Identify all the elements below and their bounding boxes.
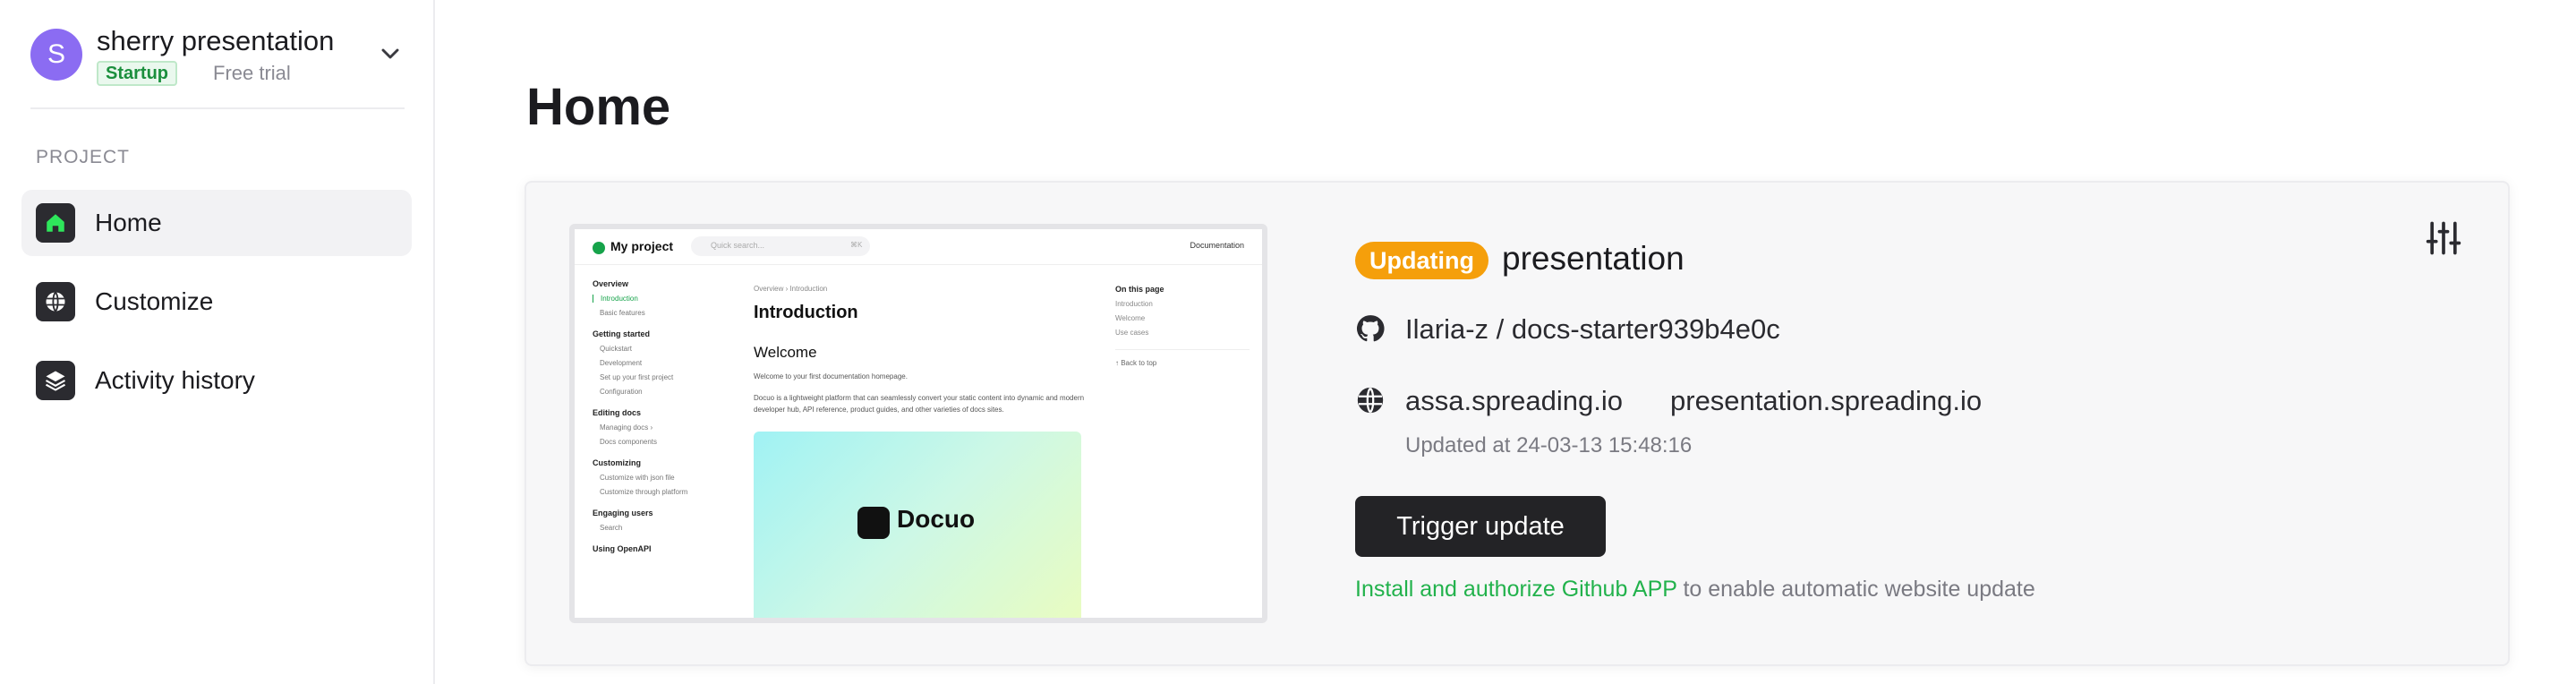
preview-hero-brand: Docuo [897,505,976,533]
preview-search-shortcut: ⌘K [850,241,863,249]
preview-back-to-top: ↑ Back to top [1115,359,1157,367]
preview-toc-item: Use cases [1115,329,1149,337]
sidebar-item-label: Activity history [95,366,255,394]
sidebar-divider [30,107,405,109]
workspace-switcher[interactable]: S sherry presentation Startup Free trial [30,25,405,86]
sidebar-item-label: Customize [95,287,214,315]
sidebar-item-label: Home [95,209,162,236]
install-github-app-hint: Install and authorize Github APP to enab… [1355,577,2035,603]
preview-nav-group: Engaging users [593,509,653,517]
preview-nav-link: Development [600,359,643,367]
preview-nav-link: Quickstart [600,345,633,353]
github-icon [1356,315,1385,342]
docuo-logo-icon [857,507,890,539]
preview-toc-item: Introduction [1115,300,1153,308]
preview-project-name: My project [610,239,674,253]
preview-toc-title: On this page [1115,285,1164,294]
preview-toc-item: Welcome [1115,314,1146,322]
chevron-down-icon[interactable] [376,39,405,68]
layers-icon [36,361,75,400]
install-hint-text: to enable automatic website update [1676,577,2035,602]
preview-nav-group: Using OpenAPI [593,544,652,553]
sidebar-section-label: PROJECT [36,147,131,167]
domain-link-secondary[interactable]: presentation.spreading.io [1670,385,1982,417]
status-badge: Updating [1355,242,1488,279]
home-icon [36,203,75,243]
preview-nav-link: Docs components [600,438,658,446]
plan-badge: Startup [97,61,177,86]
preview-nav-link: Customize with json file [600,474,675,482]
sidebar: S sherry presentation Startup Free trial… [0,0,435,684]
install-github-app-link[interactable]: Install and authorize Github APP [1355,577,1677,602]
preview-toc-divider [1115,349,1250,350]
updated-timestamp: Updated at 24-03-13 15:48:16 [1405,433,1693,457]
site-name: presentation [1502,240,1685,277]
preview-documentation-link: Documentation [1190,241,1244,250]
preview-nav-link: Basic features [600,309,645,317]
trigger-update-button[interactable]: Trigger update [1355,496,1606,557]
preview-nav-link: Configuration [600,388,643,396]
globe-icon [36,282,75,321]
preview-intro-text: Welcome to your first documentation home… [754,372,908,380]
preview-nav: Overview Introduction Basic features Get… [593,279,736,553]
preview-nav-link: Introduction [593,295,736,303]
preview-subheading: Welcome [754,344,817,361]
sidebar-item-home[interactable]: Home [21,190,412,256]
preview-nav-group: Overview [593,279,629,288]
preview-nav-link: Customize through platform [600,488,688,496]
page-title: Home [526,78,671,136]
sidebar-item-activity-history[interactable]: Activity history [21,347,412,414]
preview-nav-group: Getting started [593,329,651,338]
preview-nav-link: Set up your first project [600,373,674,381]
site-preview[interactable]: My project Quick search... ⌘K Documentat… [569,224,1267,623]
sidebar-item-customize[interactable]: Customize [21,269,412,335]
globe-icon [1357,387,1384,414]
domain-link-primary[interactable]: assa.spreading.io [1405,385,1623,417]
preview-search-placeholder: Quick search... [711,241,765,250]
preview-heading: Introduction [754,303,858,322]
preview-body-text: Docuo is a lightweight platform that can… [754,394,1085,414]
repo-link[interactable]: Ilaria-z / docs-starter939b4e0c [1405,313,1780,346]
preview-breadcrumb: Overview › Introduction [754,285,828,293]
settings-sliders-icon[interactable] [2424,218,2463,258]
trial-label: Free trial [213,62,291,84]
preview-nav-link: Search [600,524,623,532]
preview-logo-icon [593,242,605,254]
preview-nav-link: Managing docs › [600,423,653,432]
preview-toc: On this page Introduction Welcome Use ca… [1115,285,1258,367]
preview-nav-group: Customizing [593,458,641,467]
preview-hero-image: Docuo [754,432,1081,618]
preview-topbar: My project Quick search... ⌘K Documentat… [575,229,1262,265]
workspace-avatar: S [30,29,82,81]
workspace-name: sherry presentation [97,25,335,56]
preview-nav-group: Editing docs [593,408,641,417]
